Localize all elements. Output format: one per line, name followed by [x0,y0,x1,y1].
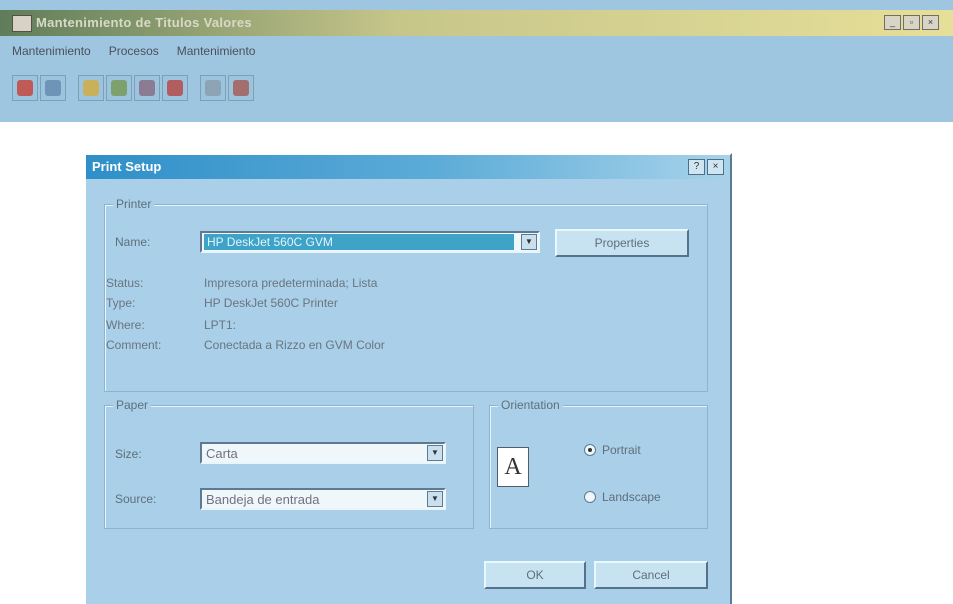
paper-size-label: Size: [115,447,142,461]
printer-name-label: Name: [115,235,151,249]
dialog-close-button[interactable]: × [707,159,724,175]
cancel-button[interactable]: Cancel [594,561,708,589]
people-icon[interactable] [106,75,132,101]
landscape-label: Landscape [602,490,661,504]
portrait-page-icon: A [497,447,529,487]
menu-bar: Mantenimiento Procesos Mantenimiento [0,40,953,62]
portrait-option[interactable]: Portrait [584,443,641,457]
close-button[interactable]: × [922,15,939,30]
orientation-group-label: Orientation [498,398,563,412]
landscape-option[interactable]: Landscape [584,490,661,504]
dialog-titlebar: Print Setup ? × [86,155,730,179]
printer-name-value: HP DeskJet 560C GVM [204,234,514,250]
dialog-title-buttons: ? × [688,159,724,175]
menu-mantenimiento[interactable]: Mantenimiento [12,40,91,62]
paper-group-label: Paper [113,398,152,412]
app-icon [12,15,32,32]
restore-button[interactable]: ▫ [903,15,920,30]
menu-mantenimiento-2[interactable]: Mantenimiento [177,40,256,62]
report-icon[interactable] [134,75,160,101]
app-titlebar: Mantenimiento de Titulos Valores _ ▫ × [0,10,953,36]
type-value: HP DeskJet 560C Printer [204,296,338,310]
comment-value: Conectada a Rizzo en GVM Color [204,338,385,352]
paper-source-select[interactable]: Bandeja de entrada ▼ [200,488,446,510]
status-value: Impresora predeterminada; Lista [204,276,378,290]
print-setup-dialog: Print Setup ? × Printer Name: HP DeskJet… [84,153,732,604]
chevron-down-icon[interactable]: ▼ [427,445,443,461]
folder-icon[interactable] [78,75,104,101]
window-controls: _ ▫ × [884,15,939,30]
exit-icon[interactable] [228,75,254,101]
landscape-radio[interactable] [584,491,596,503]
paper-source-label: Source: [115,492,157,506]
ok-button[interactable]: OK [484,561,586,589]
paper-group: Paper [104,398,474,529]
help-button[interactable]: ? [688,159,705,175]
dialog-title: Print Setup [92,159,162,174]
type-label: Type: [106,296,136,310]
chevron-down-icon[interactable]: ▼ [427,491,443,507]
app-title: Mantenimiento de Titulos Valores [36,15,252,30]
status-label: Status: [106,276,144,290]
where-label: Where: [106,318,145,332]
chevron-down-icon[interactable]: ▼ [521,234,537,250]
portrait-label: Portrait [602,443,641,457]
toolbar [12,71,256,105]
where-value: LPT1: [204,318,237,332]
app-window: Mantenimiento de Titulos Valores _ ▫ × M… [0,0,953,122]
paper-source-value: Bandeja de entrada [206,492,320,507]
menu-procesos[interactable]: Procesos [109,40,159,62]
calculator-icon[interactable] [200,75,226,101]
comment-label: Comment: [106,338,162,352]
minimize-button[interactable]: _ [884,15,901,30]
printer-name-select[interactable]: HP DeskJet 560C GVM ▼ [200,231,540,253]
portrait-radio[interactable] [584,444,596,456]
file-icon[interactable] [12,75,38,101]
arrow-icon[interactable] [40,75,66,101]
paper-size-value: Carta [206,446,238,461]
paper-size-select[interactable]: Carta ▼ [200,442,446,464]
printer-group-label: Printer [113,197,155,211]
print-icon[interactable] [162,75,188,101]
properties-button[interactable]: Properties [555,229,689,257]
